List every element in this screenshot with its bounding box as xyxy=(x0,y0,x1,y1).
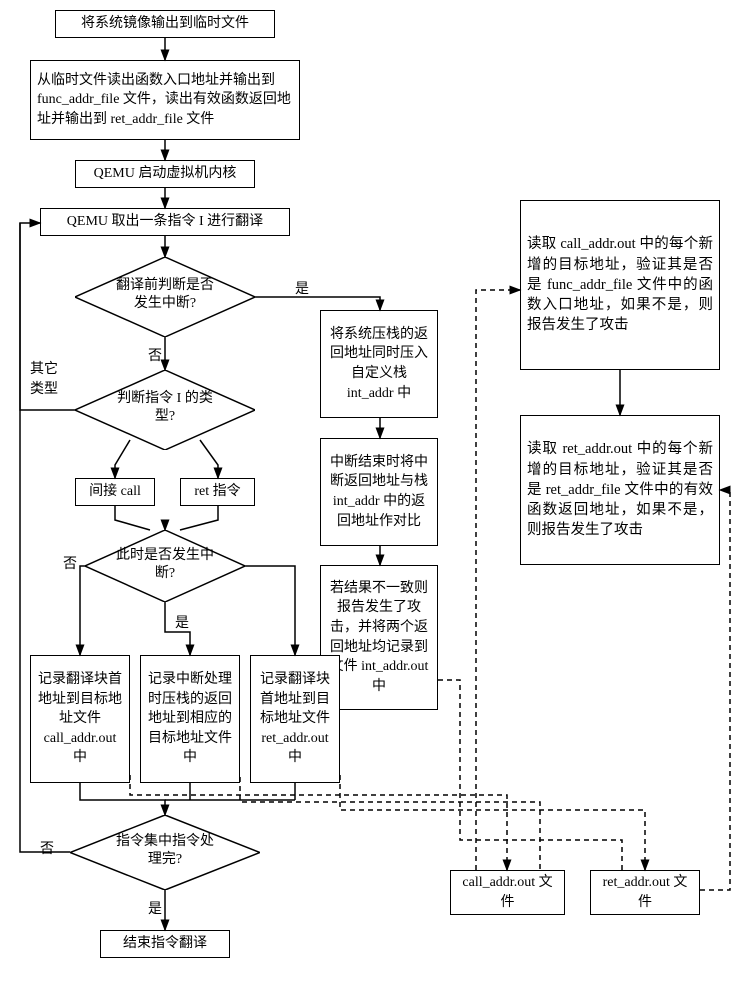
decision-interrupt-before: 翻译前判断是否发生中断? xyxy=(75,257,255,337)
record-ret-addr: 记录翻译块首地址到目标地址文件 ret_addr.out 中 xyxy=(250,655,340,783)
text: 中断结束时将中断返回地址与栈 int_addr 中的返回地址作对比 xyxy=(327,453,431,531)
text: 记录中断处理时压栈的返回地址到相应的目标地址文件中 xyxy=(147,670,233,768)
process-qemu-fetch-instr: QEMU 取出一条指令 I 进行翻译 xyxy=(40,208,290,236)
text: 将系统压栈的返回地址同时压入自定义栈 int_addr 中 xyxy=(327,325,431,403)
process-qemu-start: QEMU 启动虚拟机内核 xyxy=(75,160,255,188)
decision-interrupt-now: 此时是否发生中断? xyxy=(85,530,245,602)
label-other-type: 其它类型 xyxy=(30,358,60,398)
process-end: 结束指令翻译 xyxy=(100,930,230,958)
file-ret-addr: ret_addr.out 文件 xyxy=(590,870,700,915)
text: 若结果不一致则报告发生了攻击，并将两个返回地址均记录到文件 int_addr.o… xyxy=(327,579,431,697)
text: 从临时文件读出函数入口地址并输出到 func_addr_file 文件，读出有效… xyxy=(37,71,293,130)
verify-call-addr: 读取 call_addr.out 中的每个新增的目标地址，验证其是否是 func… xyxy=(520,200,720,370)
label-no-3: 否 xyxy=(40,838,54,858)
text: 此时是否发生中断? xyxy=(115,547,215,583)
label-no-1: 否 xyxy=(148,345,162,365)
text: 读取 call_addr.out 中的每个新增的目标地址，验证其是否是 func… xyxy=(527,234,713,335)
text: call_addr.out 文件 xyxy=(457,873,558,912)
decision-instr-type: 判断指令 I 的类型? xyxy=(75,370,255,450)
text: 指令集中指令处理完? xyxy=(115,833,215,869)
process-compare-ret: 中断结束时将中断返回地址与栈 int_addr 中的返回地址作对比 xyxy=(320,438,438,546)
text: 记录翻译块首地址到目标地址文件 ret_addr.out 中 xyxy=(257,670,333,768)
process-read-addresses: 从临时文件读出函数入口地址并输出到 func_addr_file 文件，读出有效… xyxy=(30,60,300,140)
record-interrupt-ret: 记录中断处理时压栈的返回地址到相应的目标地址文件中 xyxy=(140,655,240,783)
decision-instrs-done: 指令集中指令处理完? xyxy=(70,815,260,890)
label-yes-2: 是 xyxy=(175,612,189,632)
text: 将系统镜像输出到临时文件 xyxy=(81,14,249,34)
process-push-stack: 将系统压栈的返回地址同时压入自定义栈 int_addr 中 xyxy=(320,310,438,418)
text: QEMU 取出一条指令 I 进行翻译 xyxy=(67,212,263,232)
record-call-addr: 记录翻译块首地址到目标地址文件 call_addr.out 中 xyxy=(30,655,130,783)
text: 读取 ret_addr.out 中的每个新增的目标地址，验证其是否是 ret_a… xyxy=(527,439,713,540)
label-yes-3: 是 xyxy=(148,898,162,918)
file-call-addr: call_addr.out 文件 xyxy=(450,870,565,915)
type-indirect-call: 间接 call xyxy=(75,478,155,506)
text: 判断指令 I 的类型? xyxy=(115,390,215,426)
text: 记录翻译块首地址到目标地址文件 call_addr.out 中 xyxy=(37,670,123,768)
type-ret-instr: ret 指令 xyxy=(180,478,255,506)
text: ret_addr.out 文件 xyxy=(597,873,693,912)
text: 间接 call xyxy=(89,482,141,502)
text: 翻译前判断是否发生中断? xyxy=(115,277,215,313)
text: ret 指令 xyxy=(194,482,240,502)
label-yes-1: 是 xyxy=(295,278,309,298)
process-output-image: 将系统镜像输出到临时文件 xyxy=(55,10,275,38)
label-no-2: 否 xyxy=(63,553,77,573)
text: QEMU 启动虚拟机内核 xyxy=(94,164,237,184)
verify-ret-addr: 读取 ret_addr.out 中的每个新增的目标地址，验证其是否是 ret_a… xyxy=(520,415,720,565)
text: 结束指令翻译 xyxy=(123,934,207,954)
